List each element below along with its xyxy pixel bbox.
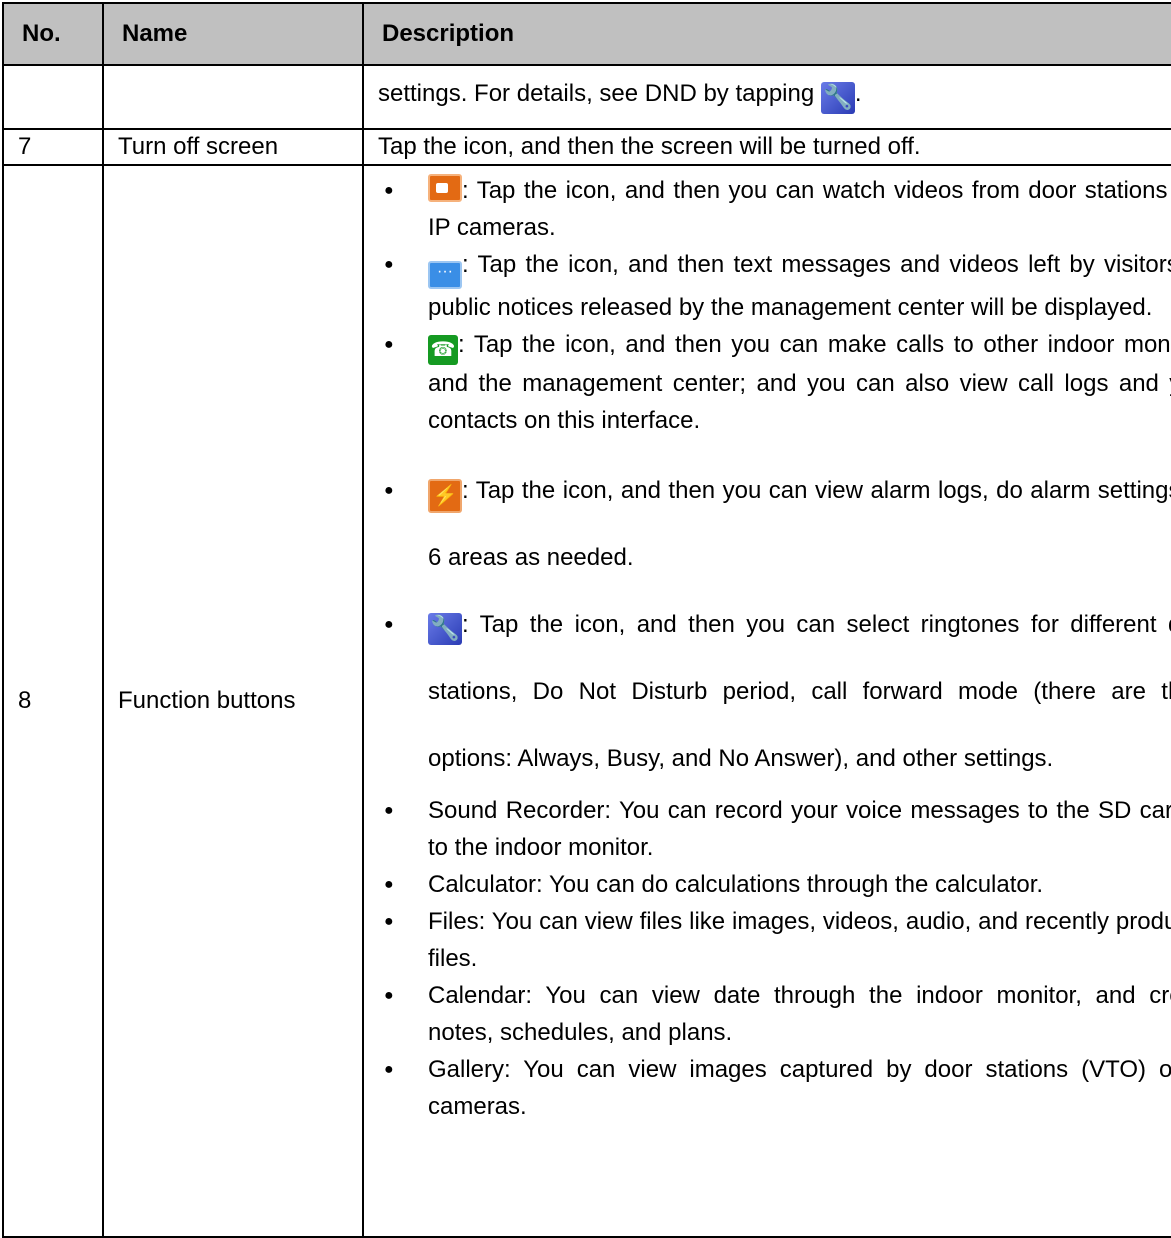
item-text: Calendar: You can view date through the …	[428, 982, 1171, 1046]
description-cell: settings. For details, see DND by tappin…	[362, 64, 1171, 130]
no-cell: 7	[2, 128, 104, 166]
item-text: : Tap the icon, and then text messages a…	[428, 251, 1171, 321]
list-item: 🔧: Tap the icon, and then you can select…	[378, 591, 1171, 792]
list-item: Calculator: You can do calculations thro…	[378, 866, 1171, 903]
message-icon: ···	[428, 261, 462, 289]
table-row: 8 Function buttons : Tap the icon, and t…	[2, 164, 1171, 1238]
document-page: No. Name Description settings. For detai…	[0, 0, 1171, 1238]
description-text: settings. For details, see DND by tappin…	[364, 80, 1171, 114]
item-text: : Tap the icon, and then you can select …	[428, 611, 1171, 772]
no-cell: 8	[2, 164, 104, 1238]
wrench-icon: 🔧	[820, 82, 855, 114]
list-item: Sound Recorder: You can record your voic…	[378, 792, 1171, 866]
item-text: Gallery: You can view images captured by…	[428, 1056, 1171, 1120]
table-row: settings. For details, see DND by tappin…	[2, 64, 1171, 130]
header-description: Description	[362, 2, 1171, 66]
period-text: .	[854, 80, 862, 107]
video-icon	[428, 174, 462, 202]
item-text: Calculator: You can do calculations thro…	[428, 871, 1044, 898]
no-cell	[2, 64, 104, 130]
wrench-icon: 🔧	[428, 613, 462, 645]
item-text: : Tap the icon, and then you can make ca…	[428, 331, 1171, 434]
description-cell: : Tap the icon, and then you can watch v…	[362, 164, 1171, 1238]
table-row: 7 Turn off screen Tap the icon, and then…	[2, 128, 1171, 166]
list-item: ☎: Tap the icon, and then you can make c…	[378, 326, 1171, 439]
list-item: Calendar: You can view date through the …	[378, 977, 1171, 1051]
name-cell: Turn off screen	[102, 128, 364, 166]
header-name: Name	[102, 2, 364, 66]
item-text: Files: You can view files like images, v…	[428, 908, 1171, 972]
item-text: : Tap the icon, and then you can view al…	[428, 477, 1171, 571]
list-item: : Tap the icon, and then you can watch v…	[378, 172, 1171, 246]
list-item: Gallery: You can view images captured by…	[378, 1051, 1171, 1125]
description-cell: Tap the icon, and then the screen will b…	[362, 128, 1171, 166]
name-cell: Function buttons	[102, 164, 364, 1238]
item-text: Sound Recorder: You can record your voic…	[428, 797, 1171, 861]
alarm-icon: ⚡	[428, 479, 462, 513]
call-icon: ☎	[428, 335, 458, 365]
function-table: No. Name Description settings. For detai…	[2, 2, 1171, 1238]
table-header-row: No. Name Description	[2, 2, 1171, 66]
list-item: ⚡: Tap the icon, and then you can view a…	[378, 457, 1171, 591]
description-span: settings. For details, see DND by tappin…	[378, 80, 815, 107]
list-item: Files: You can view files like images, v…	[378, 903, 1171, 977]
list-item: ···: Tap the icon, and then text message…	[378, 246, 1171, 326]
name-cell	[102, 64, 364, 130]
header-no: No.	[2, 2, 104, 66]
function-list: : Tap the icon, and then you can watch v…	[364, 166, 1171, 1125]
item-text: : Tap the icon, and then you can watch v…	[428, 177, 1171, 241]
